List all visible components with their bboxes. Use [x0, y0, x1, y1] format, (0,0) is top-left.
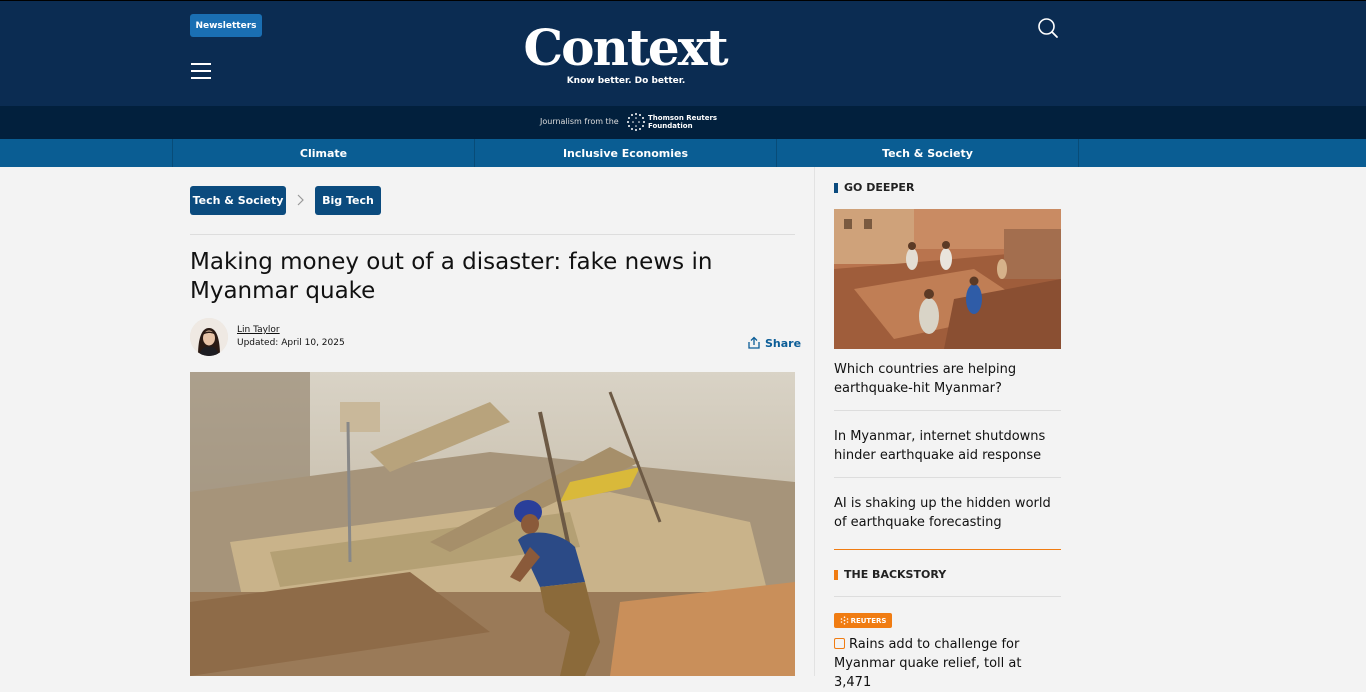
foundation-line-1: Thomson Reuters [648, 114, 718, 122]
divider-accent [834, 549, 1061, 550]
breadcrumb-big-tech[interactable]: Big Tech [315, 186, 381, 215]
go-deeper-link-1[interactable]: Which countries are helping earthquake-h… [834, 360, 1061, 398]
reuters-badge: REUTERS [834, 613, 892, 628]
go-deeper-link-2[interactable]: In Myanmar, internet shutdowns hinder ea… [834, 427, 1061, 465]
search-icon[interactable] [1036, 16, 1060, 40]
reuters-icon [840, 616, 848, 625]
foundation-name[interactable]: Thomson Reuters Foundation [648, 114, 717, 130]
article-headline: Making money out of a disaster: fake new… [190, 249, 713, 304]
go-deeper-link-3[interactable]: AI is shaking up the hidden world of ear… [834, 494, 1061, 532]
sidebar-separator [814, 167, 815, 676]
divider [834, 410, 1061, 411]
tagline: Know better. Do better. [566, 76, 686, 86]
reuters-label: REUTERS [850, 616, 887, 625]
foundation-line-2: Foundation [648, 122, 693, 130]
divider [190, 234, 795, 235]
menu-icon[interactable] [191, 62, 212, 80]
nav-item-inclusive-economies[interactable]: Inclusive Economies [474, 139, 776, 167]
chevron-right-icon [297, 194, 304, 206]
go-deeper-image[interactable] [834, 209, 1061, 349]
author-name-link[interactable]: Lin Taylor [237, 325, 280, 335]
divider [834, 596, 1061, 597]
journalism-label: Journalism from the [540, 117, 619, 126]
backstory-link[interactable]: Rains add to challenge for Myanmar quake… [834, 635, 1061, 692]
nav-item-climate[interactable]: Climate [172, 139, 474, 167]
go-deeper-heading: GO DEEPER [834, 181, 914, 194]
backstory-link-text: Rains add to challenge for Myanmar quake… [834, 637, 1022, 690]
external-link-icon [834, 638, 845, 649]
site-header: Newsletters Context Know better. Do bett… [0, 0, 1366, 106]
site-logo[interactable]: Context [520, 15, 730, 81]
newsletters-button[interactable]: Newsletters [190, 14, 262, 37]
backstory-label: THE BACKSTORY [844, 568, 947, 581]
share-icon [748, 336, 760, 349]
section-marker [834, 182, 838, 193]
main-nav: Climate Inclusive Economies Tech & Socie… [0, 139, 1366, 167]
divider [834, 477, 1061, 478]
updated-date: Updated: April 10, 2025 [237, 338, 345, 348]
nav-item-tech-society[interactable]: Tech & Society [776, 139, 1079, 167]
hero-image [190, 372, 795, 676]
trf-logo-icon[interactable] [626, 112, 646, 132]
go-deeper-label: GO DEEPER [844, 181, 915, 194]
section-marker [834, 569, 838, 580]
share-button[interactable]: Share [747, 336, 801, 350]
author-avatar[interactable] [190, 318, 228, 356]
share-label: Share [765, 336, 802, 350]
backstory-heading: THE BACKSTORY [834, 568, 946, 581]
breadcrumb-tech-society[interactable]: Tech & Society [190, 186, 286, 215]
